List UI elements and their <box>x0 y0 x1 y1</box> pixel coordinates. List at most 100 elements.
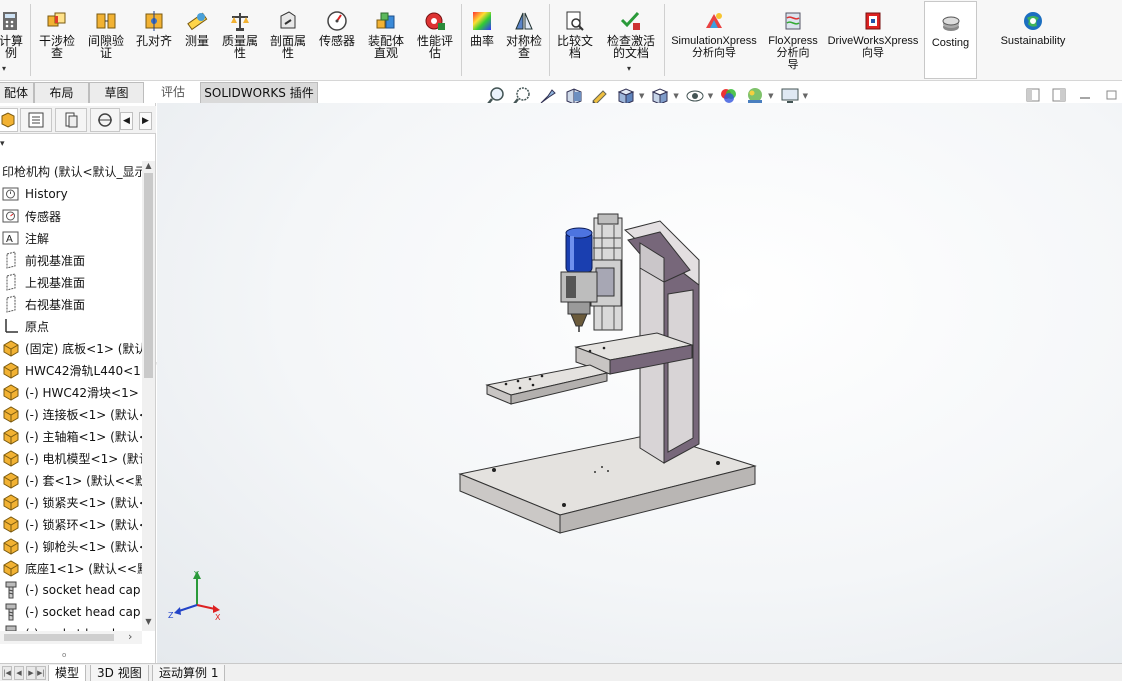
ribbon-label: FloXpress 分析向 导 <box>768 35 818 71</box>
interference-check-icon <box>47 12 66 27</box>
tree-item[interactable]: (-) socket head cap <box>0 623 142 631</box>
tree-item[interactable]: 前视基准面 <box>0 249 142 271</box>
tab-evaluate[interactable]: 评估 <box>148 82 198 103</box>
tree-item[interactable]: (-) HWC42滑块<1> ( <box>0 381 142 403</box>
plane-icon <box>2 251 20 269</box>
mass-properties-icon <box>231 13 249 31</box>
panel-resize-grip[interactable]: o <box>62 651 66 659</box>
tree-item[interactable]: (-) socket head cap <box>0 579 142 601</box>
tree-item[interactable]: (-) 电机模型<1> (默认 <box>0 447 142 469</box>
tree-item[interactable]: (-) 锁紧环<1> (默认< <box>0 513 142 535</box>
tree-item[interactable]: (-) 连接板<1> (默认< <box>0 403 142 425</box>
floxpress-button[interactable]: FloXpress 分析向 导 <box>764 4 822 76</box>
hole-alignment-button[interactable]: 孔对齐 <box>133 4 175 76</box>
driveworksxpress-button[interactable]: DriveWorksXpress 向导 <box>824 4 922 76</box>
sensor-button[interactable]: 传感器 <box>314 4 360 76</box>
tab-layout[interactable]: 布局 <box>34 82 89 103</box>
ribbon-label: 性能评 估 <box>416 34 453 60</box>
sustainability-button[interactable]: Sustainability <box>994 4 1072 76</box>
tree-item-label: (-) HWC42滑块<1> ( <box>25 385 142 400</box>
curvature-button[interactable]: 曲率 <box>464 4 500 76</box>
base-plate[interactable] <box>458 433 757 534</box>
part-icon <box>2 361 20 379</box>
tile-right-icon[interactable] <box>1052 88 1066 102</box>
tab-3d-views[interactable]: 3D 视图 <box>90 665 149 681</box>
performance-evaluation-button[interactable]: 性能评 估 <box>412 4 458 76</box>
chevron-down-icon[interactable]: ▾ <box>627 64 631 73</box>
tree-filter[interactable]: ▾ <box>0 139 156 155</box>
tab-property-manager[interactable] <box>20 108 52 132</box>
next-tab-button[interactable]: ▶ <box>26 666 36 680</box>
chevron-down-icon[interactable]: ▼ <box>673 92 678 100</box>
tree-item[interactable]: 上视基准面 <box>0 271 142 293</box>
tree-item-label: HWC42滑轨L440<1> <box>25 363 142 378</box>
chevron-down-icon[interactable]: ▾ <box>2 64 6 73</box>
configuration-icon <box>65 112 78 128</box>
part-icon <box>2 493 20 511</box>
tab-model[interactable]: 模型 <box>48 665 87 681</box>
tree-items: History 传感器 A 注解 前视基准面 上视基准面 右视基准面 原点 (固定) 底板<1>… <box>0 183 142 631</box>
measure-button[interactable]: 测量 <box>180 4 214 76</box>
graphics-area[interactable]: Y X Z <box>157 103 1122 663</box>
chevron-down-icon[interactable]: ▼ <box>639 92 644 100</box>
check-active-document-icon <box>620 11 640 30</box>
tree-item[interactable]: (-) 铆枪头<1> (默认< <box>0 535 142 557</box>
interference-check-button[interactable]: 干涉检 查 <box>35 4 79 76</box>
filter-arrow-icon: ▾ <box>0 139 5 149</box>
compare-documents-button[interactable]: 比较文 档 <box>552 4 598 76</box>
tree-item[interactable]: (固定) 底板<1> (默认 <box>0 337 142 359</box>
scrollbar-thumb[interactable] <box>4 634 114 641</box>
chevron-down-icon[interactable]: ▼ <box>803 92 808 100</box>
tree-item-label: 传感器 <box>25 209 62 224</box>
tab-feature-manager[interactable] <box>0 108 18 132</box>
tab-motion-study-1[interactable]: 运动算例 1 <box>152 665 226 681</box>
spindle-motor[interactable] <box>560 227 598 332</box>
restore-icon[interactable] <box>1104 88 1118 102</box>
symmetry-check-button[interactable]: 对称检 查 <box>502 4 546 76</box>
chevron-down-icon[interactable]: ▼ <box>708 92 713 100</box>
tree-item-label: History <box>25 187 68 201</box>
tab-solidworks-addins[interactable]: SOLIDWORKS 插件 <box>200 82 318 103</box>
scrollbar-thumb[interactable] <box>144 173 153 378</box>
chevron-down-icon[interactable]: ▼ <box>768 92 773 100</box>
tile-left-icon[interactable] <box>1026 88 1040 102</box>
tree-item[interactable]: (-) 主轴箱<1> (默认< <box>0 425 142 447</box>
tree-item[interactable]: (-) 套<1> (默认<<默 <box>0 469 142 491</box>
scroll-down-icon[interactable]: ▼ <box>142 617 155 626</box>
tree-item[interactable]: 右视基准面 <box>0 293 142 315</box>
clearance-verification-button[interactable]: 间隙验 证 <box>84 4 128 76</box>
tab-configuration-manager[interactable] <box>55 108 87 132</box>
scroll-up-icon[interactable]: ▲ <box>142 161 155 170</box>
panel-tab-scroll-left[interactable]: ◀ <box>120 112 133 130</box>
tree-vertical-scrollbar[interactable]: ▲ ▼ <box>142 161 155 631</box>
tab-sketch[interactable]: 草图 <box>89 82 144 103</box>
tree-item[interactable]: A 注解 <box>0 227 142 249</box>
tree-item[interactable]: 底座1<1> (默认<<默 <box>0 557 142 579</box>
costing-button[interactable]: Costing <box>924 1 977 79</box>
tab-dimxpert-manager[interactable] <box>90 108 120 132</box>
tree-item[interactable]: HWC42滑轨L440<1> <box>0 359 142 381</box>
model-view[interactable]: Y X Z <box>157 103 1122 663</box>
panel-tab-scroll-right[interactable]: ▶ <box>139 112 152 130</box>
tree-root-assembly[interactable]: 印枪机构 (默认<默认_显示 <box>0 161 142 183</box>
tab-assembly[interactable]: 配体 <box>0 82 34 103</box>
symmetry-check-icon <box>515 12 533 30</box>
tree-item[interactable]: (-) socket head cap <box>0 601 142 623</box>
screw-icon <box>2 581 20 599</box>
tree-item[interactable]: 原点 <box>0 315 142 337</box>
first-tab-button[interactable]: |◀ <box>2 666 12 680</box>
scroll-right-icon[interactable]: › <box>128 630 132 643</box>
tree-item[interactable]: History <box>0 183 142 205</box>
last-tab-button[interactable]: ▶| <box>36 666 46 680</box>
simulationxpress-icon <box>706 13 722 28</box>
section-properties-button[interactable]: 剖面属 性 <box>266 4 310 76</box>
minimize-icon[interactable] <box>1078 88 1092 102</box>
prev-tab-button[interactable]: ◀ <box>14 666 24 680</box>
tree-item[interactable]: (-) 锁紧夹<1> (默认< <box>0 491 142 513</box>
simulationxpress-button[interactable]: SimulationXpress 分析向导 <box>667 4 761 76</box>
sensor-icon <box>327 11 347 31</box>
tree-horizontal-scrollbar[interactable]: › <box>0 630 142 644</box>
mass-properties-button[interactable]: 质量属 性 <box>218 4 262 76</box>
assembly-visualization-button[interactable]: 装配体 直观 <box>364 4 408 76</box>
tree-item[interactable]: 传感器 <box>0 205 142 227</box>
